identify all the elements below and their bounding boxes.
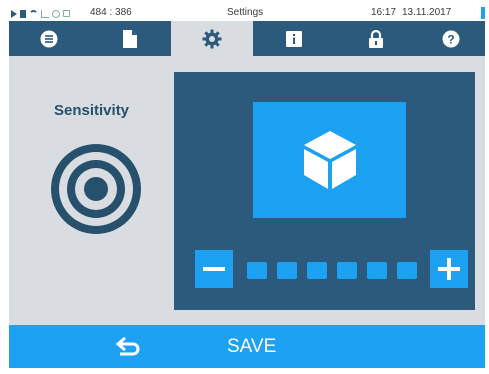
bottom-bar: SAVE — [9, 325, 485, 368]
level-segment — [397, 262, 417, 279]
tab-list[interactable] — [9, 21, 89, 56]
clock-icon — [52, 9, 60, 18]
save-button[interactable]: SAVE — [227, 325, 276, 368]
back-arrow-icon — [116, 336, 140, 356]
sensitivity-title: Sensitivity — [54, 102, 130, 119]
tab-bar: ? — [9, 21, 485, 56]
battery-indicator — [481, 7, 485, 19]
minus-icon — [203, 267, 225, 271]
status-bar: 484 : 386 Settings 16:17 13.11.2017 — [9, 6, 485, 21]
level-segment — [367, 262, 387, 279]
sensitivity-panel — [174, 72, 475, 310]
chart-icon — [41, 9, 49, 18]
cube-icon — [303, 131, 356, 189]
document-status-icon — [20, 9, 26, 18]
preview-tile — [253, 102, 406, 218]
screen-title: Settings — [227, 7, 264, 18]
play-icon — [11, 9, 17, 18]
list-icon — [40, 30, 58, 47]
level-segment — [337, 262, 357, 279]
document-icon — [123, 29, 137, 48]
level-segment — [307, 262, 327, 279]
lock-icon — [369, 29, 383, 48]
increase-button[interactable] — [430, 250, 468, 288]
status-icons — [11, 8, 70, 19]
lock-status-icon — [63, 10, 70, 17]
level-segment — [277, 262, 297, 279]
tab-help[interactable]: ? — [417, 21, 485, 56]
settings-content: Sensitivity — [9, 56, 485, 325]
info-book-icon — [286, 30, 302, 47]
screen: 484 : 386 Settings 16:17 13.11.2017 ? Se… — [0, 0, 489, 374]
wifi-icon — [29, 9, 38, 18]
back-button[interactable] — [111, 334, 147, 360]
decrease-button[interactable] — [195, 250, 233, 288]
sensitivity-level-bar — [247, 262, 417, 279]
tab-documents[interactable] — [89, 21, 171, 56]
tab-info[interactable] — [253, 21, 335, 56]
gear-icon — [202, 29, 222, 48]
clock-time: 16:17 — [371, 7, 397, 18]
tab-settings[interactable] — [171, 21, 253, 56]
level-segment — [247, 262, 267, 279]
target-icon — [51, 144, 141, 234]
clock-date: 13.11.2017 — [402, 7, 452, 18]
svg-text:?: ? — [447, 32, 454, 46]
tab-lock[interactable] — [335, 21, 417, 56]
help-icon: ? — [442, 30, 460, 47]
coordinate-readout: 484 : 386 — [90, 7, 132, 18]
